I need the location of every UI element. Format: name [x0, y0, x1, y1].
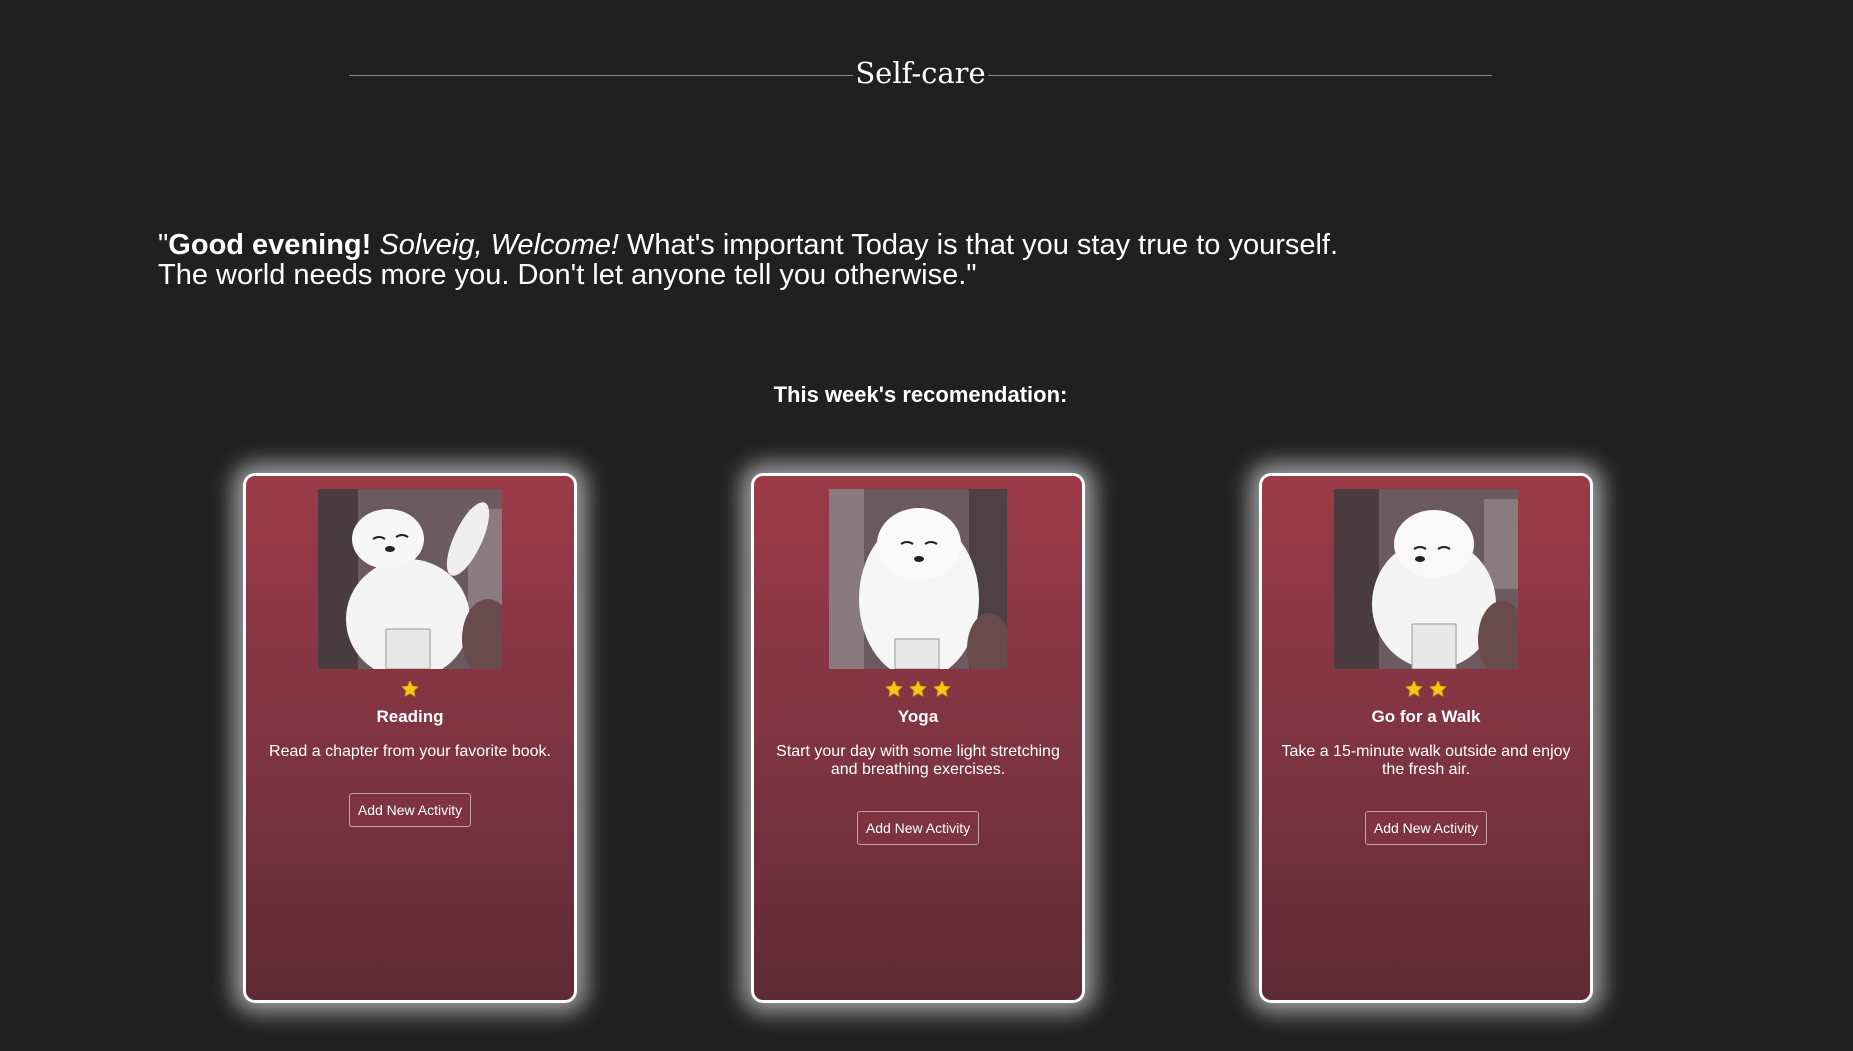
card-image	[318, 489, 502, 669]
greeting-salutation: Good evening!	[168, 229, 372, 261]
add-new-activity-button[interactable]: Add New Activity	[856, 811, 980, 845]
greeting-line2: The world needs more you. Don't let anyo…	[158, 259, 977, 291]
rating-stars	[1262, 679, 1590, 703]
greeting-name-welcome: Solveig, Welcome!	[379, 229, 619, 261]
add-new-activity-button[interactable]: Add New Activity	[1364, 811, 1488, 845]
card-description: Start your day with some light stretchin…	[776, 743, 1060, 778]
greeting-message: "Good evening! Solveig, Welcome! What's …	[158, 230, 1418, 290]
star-icon	[1428, 679, 1448, 699]
rating-stars	[246, 679, 574, 703]
card-image	[829, 489, 1007, 669]
card-title: Yoga	[897, 707, 939, 726]
greeting-open-quote: "	[158, 229, 169, 261]
activity-card-yoga: Yoga Start your day with some light stre…	[751, 473, 1085, 1003]
page: Self-care "Good evening! Solveig, Welcom…	[0, 0, 1853, 1051]
card-description: Read a chapter from your favorite book.	[269, 743, 551, 760]
greeting-line1: What's important Today is that you stay …	[618, 229, 1339, 261]
activity-card-reading: Reading Read a chapter from your favorit…	[243, 473, 577, 1003]
star-icon	[884, 679, 904, 699]
card-image	[1334, 489, 1518, 669]
card-description: Take a 15-minute walk outside and enjoy …	[1281, 743, 1571, 778]
rating-stars	[754, 679, 1082, 703]
card-title: Go for a Walk	[1371, 707, 1481, 726]
star-icon	[932, 679, 952, 699]
star-icon	[1404, 679, 1424, 699]
card-title: Reading	[376, 707, 444, 726]
recommendation-heading: This week's recomendation:	[773, 382, 1068, 407]
add-new-activity-button[interactable]: Add New Activity	[348, 793, 472, 827]
activity-card-walk: Go for a Walk Take a 15-minute walk outs…	[1259, 473, 1593, 1003]
page-title: Self-care	[853, 52, 988, 94]
star-icon	[400, 679, 420, 699]
page-header: Self-care	[349, 52, 1492, 94]
star-icon	[908, 679, 928, 699]
